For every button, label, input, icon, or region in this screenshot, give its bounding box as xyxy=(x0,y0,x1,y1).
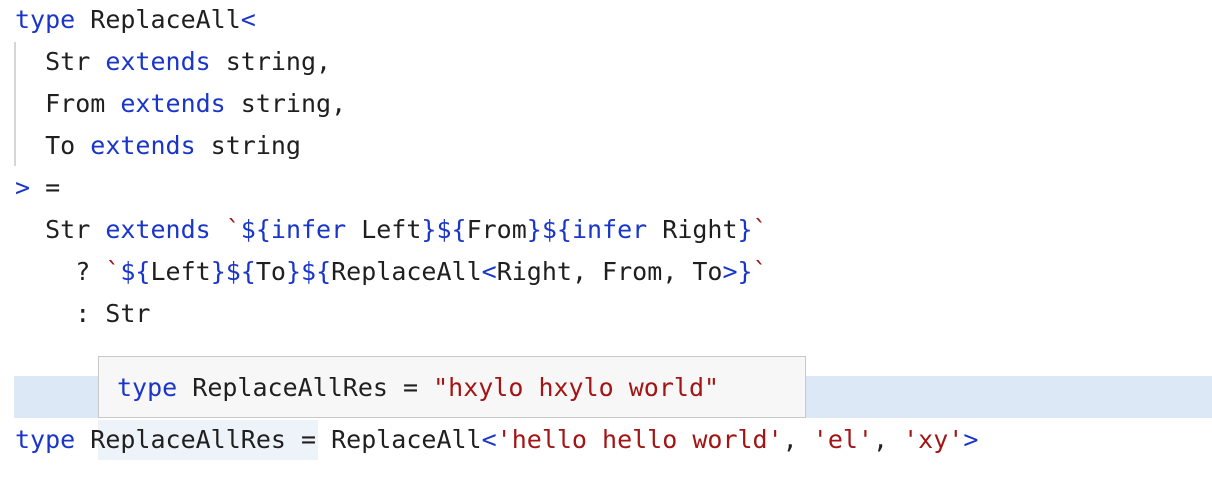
code-token: , xyxy=(782,425,813,454)
code-line-4[interactable]: To extends string xyxy=(15,126,301,166)
code-line-5[interactable]: > = xyxy=(15,168,60,208)
code-token: < xyxy=(240,5,256,34)
code-token: ` xyxy=(752,257,768,286)
code-token: Left xyxy=(150,257,211,286)
code-token: < xyxy=(481,425,497,454)
code-token: : Str xyxy=(15,299,151,328)
code-token: string, xyxy=(210,47,332,76)
code-token: }${infer xyxy=(526,215,648,244)
code-token: string xyxy=(195,131,301,160)
code-token: ` xyxy=(752,215,768,244)
code-line-1[interactable]: type ReplaceAll< xyxy=(15,0,256,40)
code-token: >} xyxy=(722,257,753,286)
code-token: ReplaceAllRes = ReplaceAll xyxy=(75,425,482,454)
code-token: ${infer xyxy=(240,215,347,244)
code-token: , xyxy=(872,425,904,454)
code-editor[interactable]: type ReplaceAll< Str extends string, Fro… xyxy=(0,0,1212,494)
code-line-6[interactable]: Str extends `${infer Left}${From}${infer… xyxy=(15,210,768,250)
code-line-8[interactable]: : Str xyxy=(15,294,150,334)
code-token: "hxylo hxylo world" xyxy=(433,373,720,402)
code-token: From xyxy=(15,89,121,118)
code-token: Str xyxy=(15,215,106,244)
code-token: = xyxy=(30,173,61,202)
code-line-11[interactable]: type ReplaceAllRes = ReplaceAll<'hello h… xyxy=(15,420,978,460)
code-line-7[interactable]: ? `${Left}${To}${ReplaceAll<Right, From,… xyxy=(15,252,768,292)
code-token: extends xyxy=(105,215,211,244)
code-token: type xyxy=(15,425,76,454)
code-token: ${ xyxy=(120,257,151,286)
code-token: To xyxy=(15,131,91,160)
code-line-3[interactable]: From extends string, xyxy=(15,84,346,124)
code-token: Left xyxy=(346,215,422,244)
code-token: }${ xyxy=(285,257,332,286)
code-token: extends xyxy=(90,131,196,160)
code-token: type xyxy=(15,5,76,34)
code-token: > xyxy=(15,173,31,202)
code-token: type xyxy=(117,373,178,402)
code-token: To xyxy=(255,257,286,286)
code-token: Right, From, To xyxy=(496,257,723,286)
code-token: string, xyxy=(225,89,347,118)
code-token: }${ xyxy=(210,257,256,286)
code-token: > xyxy=(963,425,979,454)
code-token: 'el' xyxy=(812,425,873,454)
code-token: Right xyxy=(647,215,738,244)
code-token: ReplaceAll xyxy=(75,5,241,34)
code-token: Str xyxy=(15,47,106,76)
code-line-2[interactable]: Str extends string, xyxy=(15,42,331,82)
type-hover-tooltip: type ReplaceAllRes = "hxylo hxylo world" xyxy=(98,356,806,418)
code-token: } xyxy=(737,215,753,244)
code-token: ` xyxy=(225,215,241,244)
tooltip-type-text: type ReplaceAllRes = "hxylo hxylo world" xyxy=(117,368,719,408)
code-token: ReplaceAll xyxy=(331,257,482,286)
code-token: ReplaceAllRes = xyxy=(177,373,434,402)
code-token: ? xyxy=(15,257,106,286)
code-token: 'hello hello world' xyxy=(496,425,783,454)
code-token: ` xyxy=(105,257,121,286)
code-token: extends xyxy=(105,47,211,76)
code-token: 'xy' xyxy=(903,425,964,454)
code-token: }${ xyxy=(421,215,467,244)
code-token: From xyxy=(466,215,527,244)
code-token: extends xyxy=(120,89,226,118)
code-token: < xyxy=(481,257,497,286)
